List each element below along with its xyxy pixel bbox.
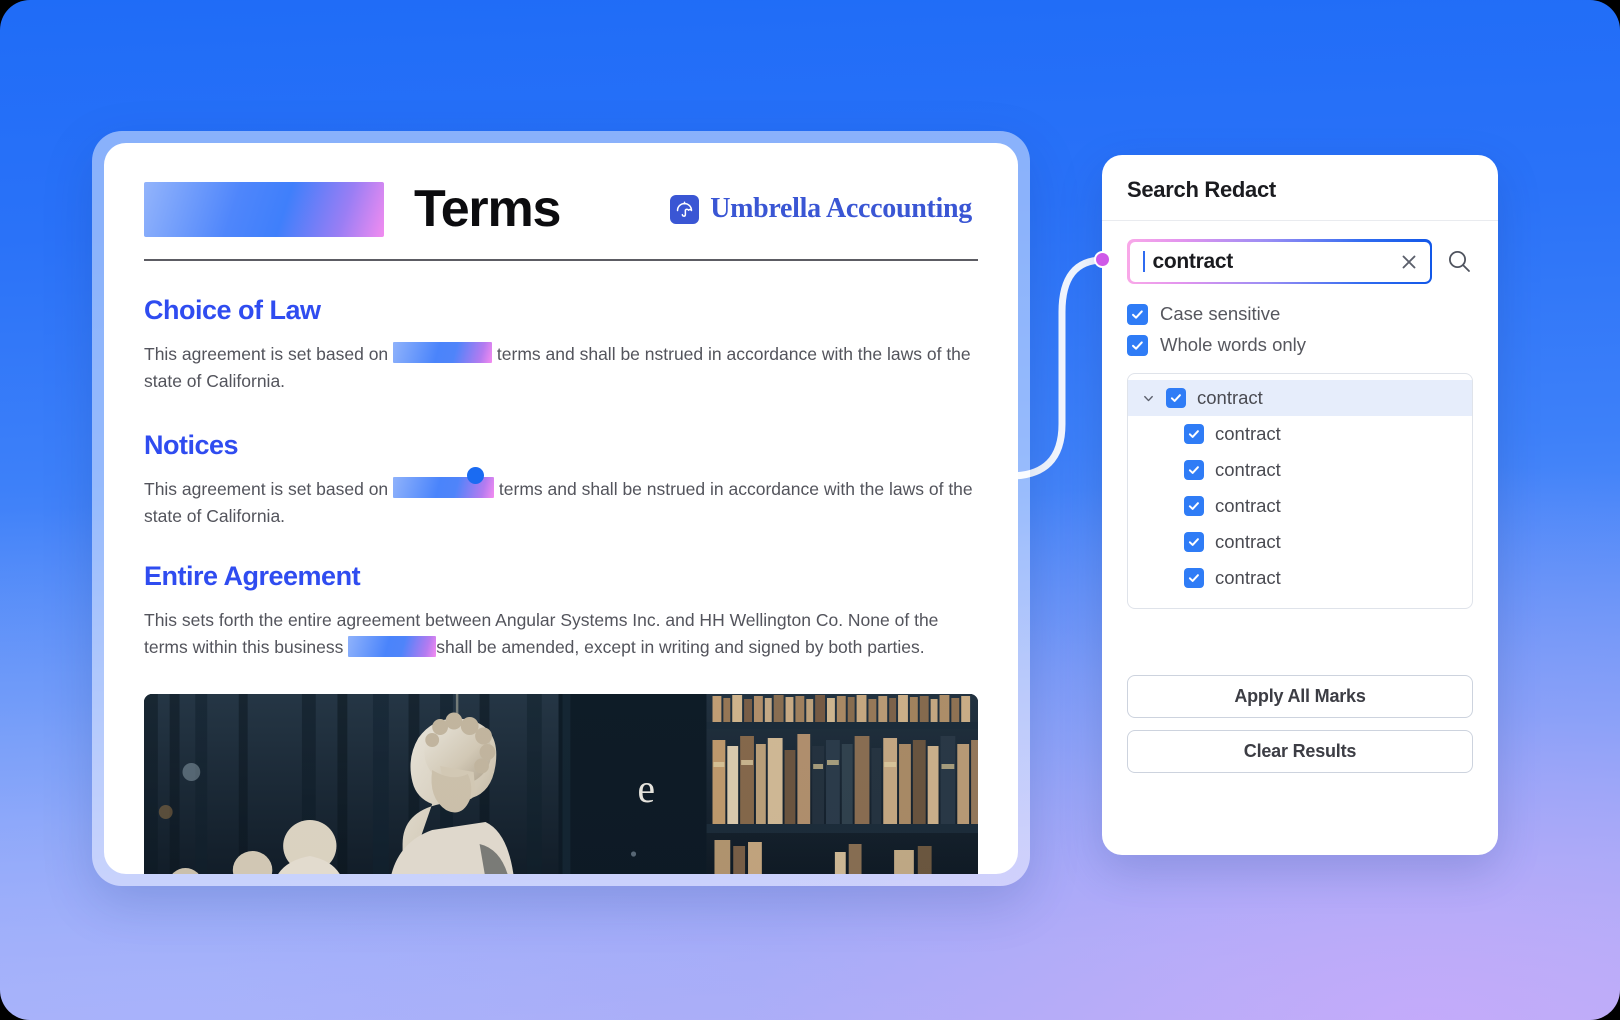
list-item[interactable]: contract	[1128, 452, 1472, 488]
close-icon[interactable]	[1399, 252, 1419, 272]
list-item[interactable]: contract	[1128, 560, 1472, 596]
option-case-sensitive[interactable]: Case sensitive	[1127, 303, 1473, 325]
section-heading-notices: Notices	[144, 429, 239, 460]
result-item-label: contract	[1215, 495, 1281, 516]
result-item-label: contract	[1215, 567, 1281, 588]
redaction-mark	[348, 636, 437, 658]
section-heading-entire-agreement: Entire Agreement	[144, 560, 361, 591]
search-icon[interactable]	[1446, 248, 1473, 275]
option-label: Whole words only	[1160, 334, 1307, 355]
umbrella-icon	[670, 194, 700, 224]
header-divider	[144, 259, 978, 261]
paragraph-text-before: This agreement is set based on	[144, 344, 389, 364]
checkbox-checked-icon[interactable]	[1184, 496, 1204, 516]
document-card-shell: Terms Umbrella Acccounting Choice of Law…	[92, 131, 1030, 886]
brand-name: Umbrella Acccounting	[710, 193, 972, 224]
panel-title: Search Redact	[1102, 155, 1498, 221]
result-item-label: contract	[1215, 423, 1281, 444]
apply-all-marks-button[interactable]: Apply All Marks	[1127, 675, 1473, 718]
brand-logo: Umbrella Acccounting	[670, 193, 978, 225]
chevron-down-icon[interactable]	[1142, 392, 1155, 405]
page-title: Terms	[414, 180, 561, 238]
checkbox-checked-icon[interactable]	[1166, 388, 1186, 408]
connector-anchor-document	[467, 467, 484, 484]
option-whole-words-only[interactable]: Whole words only	[1127, 334, 1473, 356]
search-input-wrapper[interactable]: contract	[1127, 239, 1432, 284]
list-item[interactable]: contract	[1128, 488, 1472, 524]
panel-actions: Apply All Marks Clear Results	[1102, 675, 1498, 785]
search-redact-panel: Search Redact contract Case sensitive Wh…	[1102, 155, 1498, 855]
option-label: Case sensitive	[1160, 303, 1281, 324]
result-group-label: contract	[1197, 387, 1263, 408]
section-heading-choice-of-law: Choice of Law	[144, 295, 321, 325]
connector-anchor-search	[1094, 251, 1111, 268]
app-background: Terms Umbrella Acccounting Choice of Law…	[0, 0, 1620, 1020]
checkbox-checked-icon[interactable]	[1127, 303, 1148, 325]
checkbox-checked-icon[interactable]	[1184, 532, 1204, 552]
redaction-mark	[393, 342, 493, 363]
checkbox-checked-icon[interactable]	[1127, 334, 1148, 356]
clear-results-button[interactable]: Clear Results	[1127, 730, 1473, 773]
paragraph-text-before: This agreement is set based on	[144, 478, 389, 499]
checkbox-checked-icon[interactable]	[1184, 424, 1204, 444]
document-card: Terms Umbrella Acccounting Choice of Law…	[104, 143, 1018, 874]
result-item-label: contract	[1215, 531, 1281, 552]
section-paragraph-choice-of-law: This agreement is set based on terms and…	[144, 341, 974, 396]
section-paragraph-notices: This agreement is set based on terms and…	[144, 476, 974, 531]
header-redaction-bar	[144, 181, 384, 237]
search-row: contract	[1127, 239, 1473, 284]
text-caret	[1142, 251, 1145, 272]
search-results-list: contract contract contract contract cont…	[1127, 373, 1473, 609]
section-paragraph-entire-agreement: This sets forth the entire agreement bet…	[144, 607, 974, 662]
result-item-label: contract	[1215, 459, 1281, 480]
search-options: Case sensitive Whole words only	[1127, 303, 1473, 356]
library-photo: e	[144, 693, 978, 874]
list-item[interactable]: contract	[1128, 524, 1472, 560]
checkbox-checked-icon[interactable]	[1184, 460, 1204, 480]
result-group-row[interactable]: contract	[1128, 380, 1472, 416]
list-item[interactable]: contract	[1128, 416, 1472, 452]
checkbox-checked-icon[interactable]	[1184, 568, 1204, 588]
search-input[interactable]: contract	[1153, 250, 1399, 274]
paragraph-text-after: shall be amended, except in writing and …	[436, 637, 925, 658]
panel-body: contract Case sensitive Whole words only…	[1102, 221, 1498, 609]
document-header: Terms Umbrella Acccounting	[144, 173, 978, 245]
